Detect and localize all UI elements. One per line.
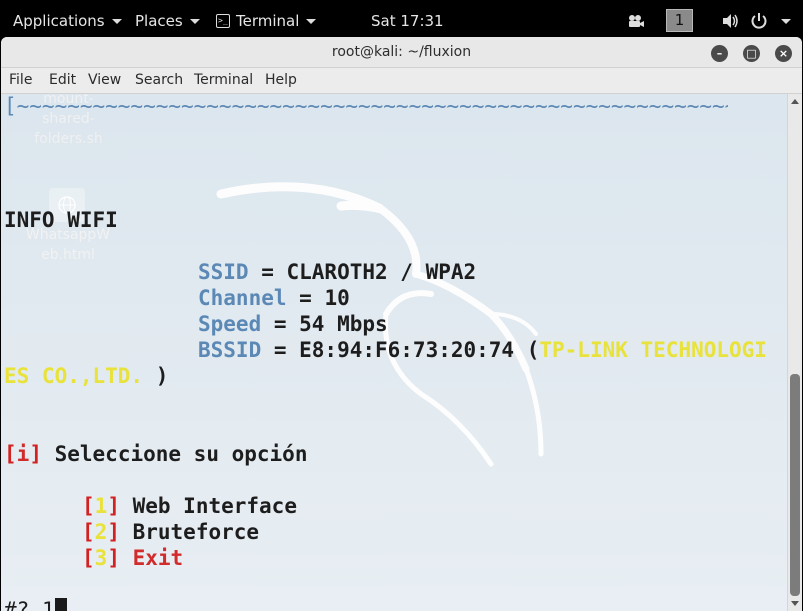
menu-file[interactable]: File	[9, 72, 32, 88]
chevron-down-icon[interactable]	[781, 19, 791, 24]
vendor-name: TP-LINK TECHNOLOGI	[539, 338, 767, 362]
applications-label: Applications	[13, 12, 105, 30]
window-titlebar[interactable]: root@kali: ~/fluxion – □ ×	[1, 37, 802, 68]
maximize-button[interactable]: □	[743, 45, 760, 62]
menu-terminal[interactable]: Terminal	[194, 72, 253, 88]
bracket: ]	[107, 546, 120, 570]
power-icon[interactable]	[750, 12, 768, 30]
volume-icon[interactable]	[721, 12, 739, 30]
scroll-down-icon[interactable]	[791, 601, 799, 606]
bssid-key: BSSID	[198, 338, 262, 362]
border-line: [~~~~~~~~~~~~~~~~~~~~~~~~~~~~~~~~~~~~~~~…	[4, 94, 728, 118]
terminal-app-menu[interactable]: Terminal	[216, 11, 317, 31]
option-line: [3] Exit	[82, 546, 183, 570]
chevron-down-icon	[306, 19, 317, 24]
terminal-window: root@kali: ~/fluxion – □ × File Edit Vie…	[1, 37, 802, 611]
speed-key: Speed	[198, 312, 262, 336]
scrollbar-thumb[interactable]	[790, 374, 800, 596]
prompt-line: [i] Seleccione su opción	[4, 442, 307, 466]
option-label: Web Interface	[119, 494, 297, 518]
menu-search[interactable]: Search	[135, 72, 183, 88]
minimize-button[interactable]: –	[711, 45, 728, 62]
option-line: [1] Web Interface	[82, 494, 297, 518]
info-header: INFO WIFI	[4, 208, 118, 232]
scroll-up-icon[interactable]	[791, 99, 799, 104]
terminal-app-icon	[216, 11, 230, 31]
channel-line: Channel = 10	[198, 286, 350, 310]
prompt-text: Seleccione su opción	[41, 442, 308, 466]
bracket: [	[4, 442, 17, 466]
input-prompt: #?	[4, 598, 42, 611]
workspace-indicator[interactable]: 1	[666, 9, 693, 32]
vendor-close: )	[143, 364, 169, 388]
bracket: ]	[107, 494, 120, 518]
option-number: 2	[94, 520, 108, 544]
desktop-icon-label-line: eb.html	[41, 247, 95, 263]
bssid-line: BSSID = E8:94:F6:73:20:74 (TP-LINK TECHN…	[198, 338, 767, 362]
places-menu[interactable]: Places	[135, 11, 200, 31]
vendor-name-cont: ES CO.,LTD.	[4, 364, 144, 388]
menu-bar: File Edit View Search Terminal Help	[1, 68, 802, 94]
bracket: [	[82, 546, 95, 570]
text-cursor	[54, 598, 67, 611]
menu-help[interactable]: Help	[265, 72, 297, 88]
option-number: 3	[94, 546, 108, 570]
bssid-value: = E8:94:F6:73:20:74 (	[261, 338, 540, 362]
clock-label: Sat 17:31	[371, 12, 444, 30]
ssid-value: = CLAROTH2 / WPA2	[248, 260, 477, 284]
ssid-key: SSID	[198, 260, 249, 284]
gnome-top-bar: Applications Places Terminal Sat 17:31 1	[0, 0, 803, 40]
chevron-down-icon	[111, 19, 122, 24]
desktop-icon-label-line: folders.sh	[34, 131, 103, 147]
menu-edit[interactable]: Edit	[49, 72, 76, 88]
terminal-output[interactable]: mount- shared- folders.sh WhatsappW eb.h…	[1, 94, 787, 611]
video-icon[interactable]	[626, 12, 644, 30]
bracket: [	[82, 494, 95, 518]
bracket: ]	[29, 442, 42, 466]
input-line[interactable]: #? 1	[4, 598, 67, 611]
menu-view[interactable]: View	[88, 72, 121, 88]
ssid-line: SSID = CLAROTH2 / WPA2	[198, 260, 476, 284]
option-number: 1	[94, 494, 108, 518]
prompt-marker: i	[16, 442, 30, 466]
clock[interactable]: Sat 17:31	[371, 11, 444, 31]
speed-value: = 54 Mbps	[261, 312, 388, 336]
places-label: Places	[135, 12, 183, 30]
window-title: root@kali: ~/fluxion	[331, 44, 472, 60]
terminal-app-label: Terminal	[236, 12, 300, 30]
option-line: [2] Bruteforce	[82, 520, 259, 544]
option-label: Bruteforce	[119, 520, 260, 544]
minimize-icon: –	[716, 47, 723, 60]
speed-line: Speed = 54 Mbps	[198, 312, 388, 336]
close-icon: ×	[778, 47, 789, 60]
bracket: [	[82, 520, 95, 544]
vendor-continuation-line: ES CO.,LTD. )	[4, 364, 168, 388]
option-label: Exit	[119, 546, 184, 570]
close-button[interactable]: ×	[775, 45, 792, 62]
applications-menu[interactable]: Applications	[13, 11, 122, 31]
chevron-down-icon	[189, 19, 200, 24]
scrollbar[interactable]	[787, 94, 802, 611]
bracket: ]	[107, 520, 120, 544]
channel-key: Channel	[198, 286, 287, 310]
input-value: 1	[41, 598, 55, 611]
maximize-icon: □	[746, 47, 757, 60]
channel-value: = 10	[286, 286, 350, 310]
